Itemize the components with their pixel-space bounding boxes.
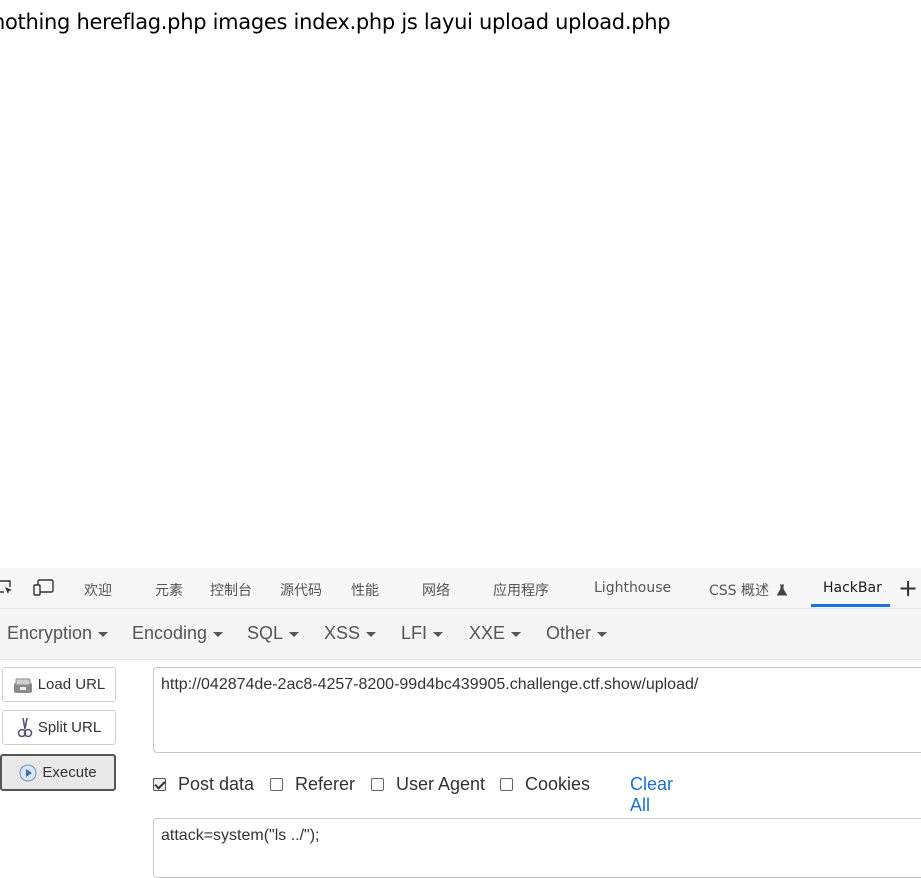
cookies-label: Cookies: [525, 774, 591, 794]
scissors-icon: [17, 717, 33, 737]
post-data-input[interactable]: attack=system("ls ../");: [153, 818, 921, 878]
devtools-panel: 欢迎 元素 控制台 源代码 性能 网络 应用程序 Lighthouse CSS …: [0, 568, 921, 878]
devtools-tabbar: 欢迎 元素 控制台 源代码 性能 网络 应用程序 Lighthouse CSS …: [0, 568, 921, 609]
menu-encoding[interactable]: Encoding: [132, 623, 224, 644]
chevron-down-icon: [433, 631, 444, 637]
tab-lighthouse[interactable]: Lighthouse: [594, 580, 671, 596]
chevron-down-icon: [98, 631, 109, 637]
tab-hackbar[interactable]: HackBar: [823, 580, 882, 596]
menu-lfi-label: LFI: [401, 623, 428, 643]
chevron-down-icon: [511, 631, 522, 637]
split-url-button[interactable]: Split URL: [2, 710, 116, 745]
plus-icon[interactable]: +: [898, 574, 918, 602]
load-url-icon: [13, 678, 32, 693]
user-agent-option[interactable]: User Agent: [371, 774, 485, 795]
chevron-down-icon: [366, 631, 377, 637]
menu-sql[interactable]: SQL: [247, 623, 300, 644]
tab-welcome[interactable]: 欢迎: [84, 580, 112, 600]
menu-xss[interactable]: XSS: [324, 623, 377, 644]
post-data-option[interactable]: Post data: [153, 774, 254, 795]
menu-encoding-label: Encoding: [132, 623, 208, 643]
hackbar-menubar: Encryption Encoding SQL XSS LFI XXE Othe…: [0, 609, 921, 660]
user-agent-label: User Agent: [396, 774, 486, 794]
tab-css-overview[interactable]: CSS 概述: [709, 580, 788, 600]
url-input[interactable]: http://042874de-2ac8-4257-8200-99d4bc439…: [153, 667, 921, 753]
menu-xxe-label: XXE: [469, 623, 506, 643]
tab-elements[interactable]: 元素: [155, 580, 183, 600]
menu-sql-label: SQL: [247, 623, 284, 643]
menu-other[interactable]: Other: [546, 623, 608, 644]
tab-css-overview-label: CSS 概述: [709, 583, 769, 599]
page-body-text: nothing hereflag.php images index.php js…: [0, 10, 671, 34]
execute-label: Execute: [42, 764, 97, 781]
chevron-down-icon: [289, 631, 300, 637]
tab-network[interactable]: 网络: [422, 580, 450, 600]
split-url-label: Split URL: [37, 719, 102, 736]
referer-option[interactable]: Referer: [270, 774, 355, 795]
tab-performance[interactable]: 性能: [351, 580, 379, 600]
load-url-button[interactable]: Load URL: [2, 667, 116, 702]
menu-encryption-label: Encryption: [7, 623, 93, 643]
menu-lfi[interactable]: LFI: [401, 623, 444, 644]
tab-console[interactable]: 控制台: [210, 580, 252, 600]
cookies-option[interactable]: Cookies: [500, 774, 590, 795]
tab-application[interactable]: 应用程序: [493, 580, 549, 600]
inspect-icon[interactable]: [0, 578, 14, 596]
tab-sources[interactable]: 源代码: [280, 580, 322, 600]
load-url-label: Load URL: [37, 676, 106, 693]
clear-all-link[interactable]: Clear All: [630, 774, 673, 816]
device-toolbar-icon[interactable]: [33, 578, 55, 596]
menu-xxe[interactable]: XXE: [469, 623, 522, 644]
flask-icon: [777, 584, 788, 596]
post-data-checkbox[interactable]: [153, 778, 166, 791]
referer-checkbox[interactable]: [270, 778, 283, 791]
menu-xss-label: XSS: [324, 623, 361, 643]
execute-button[interactable]: Execute: [0, 754, 116, 791]
menu-other-label: Other: [546, 623, 592, 643]
menu-encryption[interactable]: Encryption: [7, 623, 109, 644]
referer-label: Referer: [295, 774, 356, 794]
cookies-checkbox[interactable]: [500, 778, 513, 791]
active-tab-indicator: [811, 604, 890, 607]
chevron-down-icon: [213, 631, 224, 637]
chevron-down-icon: [597, 631, 608, 637]
user-agent-checkbox[interactable]: [371, 778, 384, 791]
play-icon: [19, 764, 37, 781]
post-data-label: Post data: [178, 774, 255, 794]
